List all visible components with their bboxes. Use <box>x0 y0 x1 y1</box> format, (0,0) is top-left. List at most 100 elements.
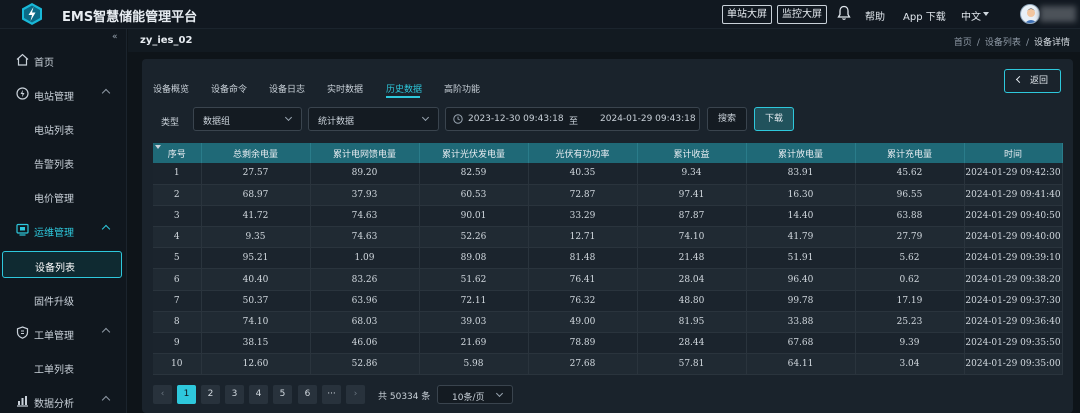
stat-type-select[interactable]: 统计数据 <box>308 107 439 131</box>
table-cell: 28.04 <box>637 268 747 291</box>
table-header-row: 序号 总剩余电量 累计电网馈电量 累计光伏发电量 光伏有功功率 累计收益 累计放… <box>153 143 1063 163</box>
lightning-logo-icon[interactable] <box>20 2 44 26</box>
date-range-separator: 至 <box>569 117 579 127</box>
breadcrumb-device-list[interactable]: 设备列表 <box>985 38 1021 48</box>
sidebar-item-ticket-list[interactable]: 工单列表 <box>0 354 127 380</box>
table-cell: 2024-01-29 09:35:50 <box>964 332 1063 355</box>
table-cell: 2024-01-29 09:36:40 <box>964 311 1063 334</box>
tab-device-overview[interactable]: 设备概览 <box>153 82 189 95</box>
sidebar-item-operations[interactable]: 运维管理 <box>0 217 127 243</box>
table-row: 4 9.35 74.63 52.26 12.71 74.10 41.79 27.79 2024-… <box>153 226 1063 249</box>
date-end-input[interactable]: 2024-01-29 09:43:18 <box>600 114 696 124</box>
tab-device-commands[interactable]: 设备命令 <box>211 82 247 95</box>
column-header: 时间 <box>964 143 1063 163</box>
table-cell: 9.34 <box>637 163 747 185</box>
chevron-up-icon <box>101 327 111 337</box>
tab-history-data[interactable]: 历史数据 <box>386 82 422 95</box>
table-row: 9 38.15 46.06 21.69 78.89 28.44 67.68 9.39 2024-… <box>153 332 1063 355</box>
table-cell: 89.20 <box>310 163 420 185</box>
next-page-button[interactable]: › <box>346 385 365 404</box>
type-select[interactable]: 数据组 <box>193 107 302 131</box>
download-button[interactable]: 下载 <box>754 107 794 131</box>
table-cell: 40.35 <box>528 163 638 185</box>
more-pages-button[interactable]: ··· <box>322 385 341 404</box>
app-download-link[interactable]: App 下载 <box>903 8 946 23</box>
sidebar-item-label: 数据分析 <box>34 399 74 410</box>
monitor-screen-button[interactable]: 监控大屏 <box>777 5 827 24</box>
table-cell: 51.91 <box>746 247 856 270</box>
sidebar-item-price-management[interactable]: 电价管理 <box>0 183 127 209</box>
table-cell: 90.01 <box>419 205 529 228</box>
single-station-screen-button[interactable]: 单站大屏 <box>722 5 772 24</box>
prev-page-button[interactable]: ‹ <box>153 385 172 404</box>
search-button[interactable]: 搜索 <box>707 107 747 131</box>
tab-device-logs[interactable]: 设备日志 <box>269 82 305 95</box>
top-bar: EMS智慧储能管理平台 单站大屏 监控大屏 帮助 App 下载 中文 <box>0 0 1080 29</box>
date-start-input[interactable]: 2023-12-30 09:43:18 <box>468 114 564 124</box>
table-cell: 9.39 <box>855 332 965 355</box>
sidebar-item-station-list[interactable]: 电站列表 <box>0 115 127 141</box>
page-button[interactable]: 2 <box>201 385 220 404</box>
breadcrumb-bar: zy_ies_02 首页 / 设备列表 / 设备详情 <box>128 29 1080 52</box>
sidebar-item-data-analysis[interactable]: 数据分析 <box>0 388 127 413</box>
chevron-up-icon <box>101 88 111 98</box>
table-cell: 50.37 <box>201 290 311 312</box>
sort-caret-icon[interactable] <box>155 145 161 149</box>
table-cell: 63.88 <box>855 205 965 228</box>
table-cell: 10 <box>153 353 202 376</box>
sidebar-item-device-list[interactable]: 设备列表 <box>2 251 122 278</box>
table-cell: 83.91 <box>746 163 856 185</box>
tab-realtime-data[interactable]: 实时数据 <box>327 82 363 95</box>
table-cell: 2 <box>153 184 202 206</box>
sidebar-item-firmware-upgrade[interactable]: 固件升级 <box>0 286 127 312</box>
table-cell: 2024-01-29 09:39:10 <box>964 247 1063 270</box>
chevron-up-icon <box>101 395 111 405</box>
table-cell: 99.78 <box>746 290 856 312</box>
sidebar-item-home[interactable]: 首页 <box>0 47 127 73</box>
table-cell: 5 <box>153 247 202 270</box>
table-cell: 9.35 <box>201 226 311 249</box>
column-header: 光伏有功功率 <box>528 143 638 163</box>
tab-advanced-functions[interactable]: 高阶功能 <box>444 82 480 95</box>
bell-icon[interactable] <box>837 5 851 21</box>
table-cell: 74.63 <box>310 205 420 228</box>
help-link[interactable]: 帮助 <box>865 8 885 23</box>
table-cell: 2024-01-29 09:37:30 <box>964 290 1063 312</box>
column-header: 累计光伏发电量 <box>419 143 529 163</box>
sidebar-item-label: 工单列表 <box>34 365 74 376</box>
collapse-sidebar-icon[interactable]: « <box>112 32 118 42</box>
table-cell: 2024-01-29 09:40:00 <box>964 226 1063 249</box>
table-cell: 76.32 <box>528 290 638 312</box>
home-icon <box>16 53 29 66</box>
table-cell: 52.26 <box>419 226 529 249</box>
table-cell: 2024-01-29 09:42:30 <box>964 163 1063 185</box>
table-cell: 2024-01-29 09:35:00 <box>964 353 1063 376</box>
table-cell: 97.41 <box>637 184 747 206</box>
date-range-picker[interactable]: 2023-12-30 09:43:18 至 2024-01-29 09:43:1… <box>445 107 700 131</box>
table-row: 7 50.37 63.96 72.11 76.32 48.80 99.78 17.19 2024… <box>153 290 1063 312</box>
sidebar-item-label: 电站列表 <box>34 126 74 137</box>
table-cell: 89.08 <box>419 247 529 270</box>
table-cell: 39.03 <box>419 311 529 334</box>
breadcrumb-home[interactable]: 首页 <box>954 38 972 48</box>
sidebar-item-station-management[interactable]: 电站管理 <box>0 81 127 107</box>
page-button[interactable]: 1 <box>177 385 196 404</box>
table-cell: 2024-01-29 09:40:50 <box>964 205 1063 228</box>
table-row: 6 40.40 83.26 51.62 76.41 28.04 96.40 0.62 2024-… <box>153 268 1063 291</box>
page-button[interactable]: 4 <box>249 385 268 404</box>
page-button[interactable]: 6 <box>298 385 317 404</box>
page-button[interactable]: 3 <box>225 385 244 404</box>
page-button[interactable]: 5 <box>273 385 292 404</box>
page-size-select[interactable]: 10条/页 <box>437 385 513 404</box>
app-root: EMS智慧储能管理平台 单站大屏 监控大屏 帮助 App 下载 中文 « 首页 <box>0 0 1080 413</box>
back-button[interactable]: 返回 <box>1004 69 1061 93</box>
table-row: 2 68.97 37.93 60.53 72.87 97.41 16.30 96.55 2024… <box>153 184 1063 206</box>
table-cell: 21.48 <box>637 247 747 270</box>
main-panel: 设备概览 设备命令 设备日志 实时数据 历史数据 高阶功能 返回 类型 数据组 … <box>142 59 1073 413</box>
breadcrumb: 首页 / 设备列表 / 设备详情 <box>953 38 1070 48</box>
table-cell: 37.93 <box>310 184 420 206</box>
sidebar-item-ticket-management[interactable]: 工单管理 <box>0 320 127 346</box>
user-avatar[interactable] <box>1020 4 1040 24</box>
language-select[interactable]: 中文 <box>961 8 981 23</box>
sidebar-item-alarm-list[interactable]: 告警列表 <box>0 149 127 175</box>
